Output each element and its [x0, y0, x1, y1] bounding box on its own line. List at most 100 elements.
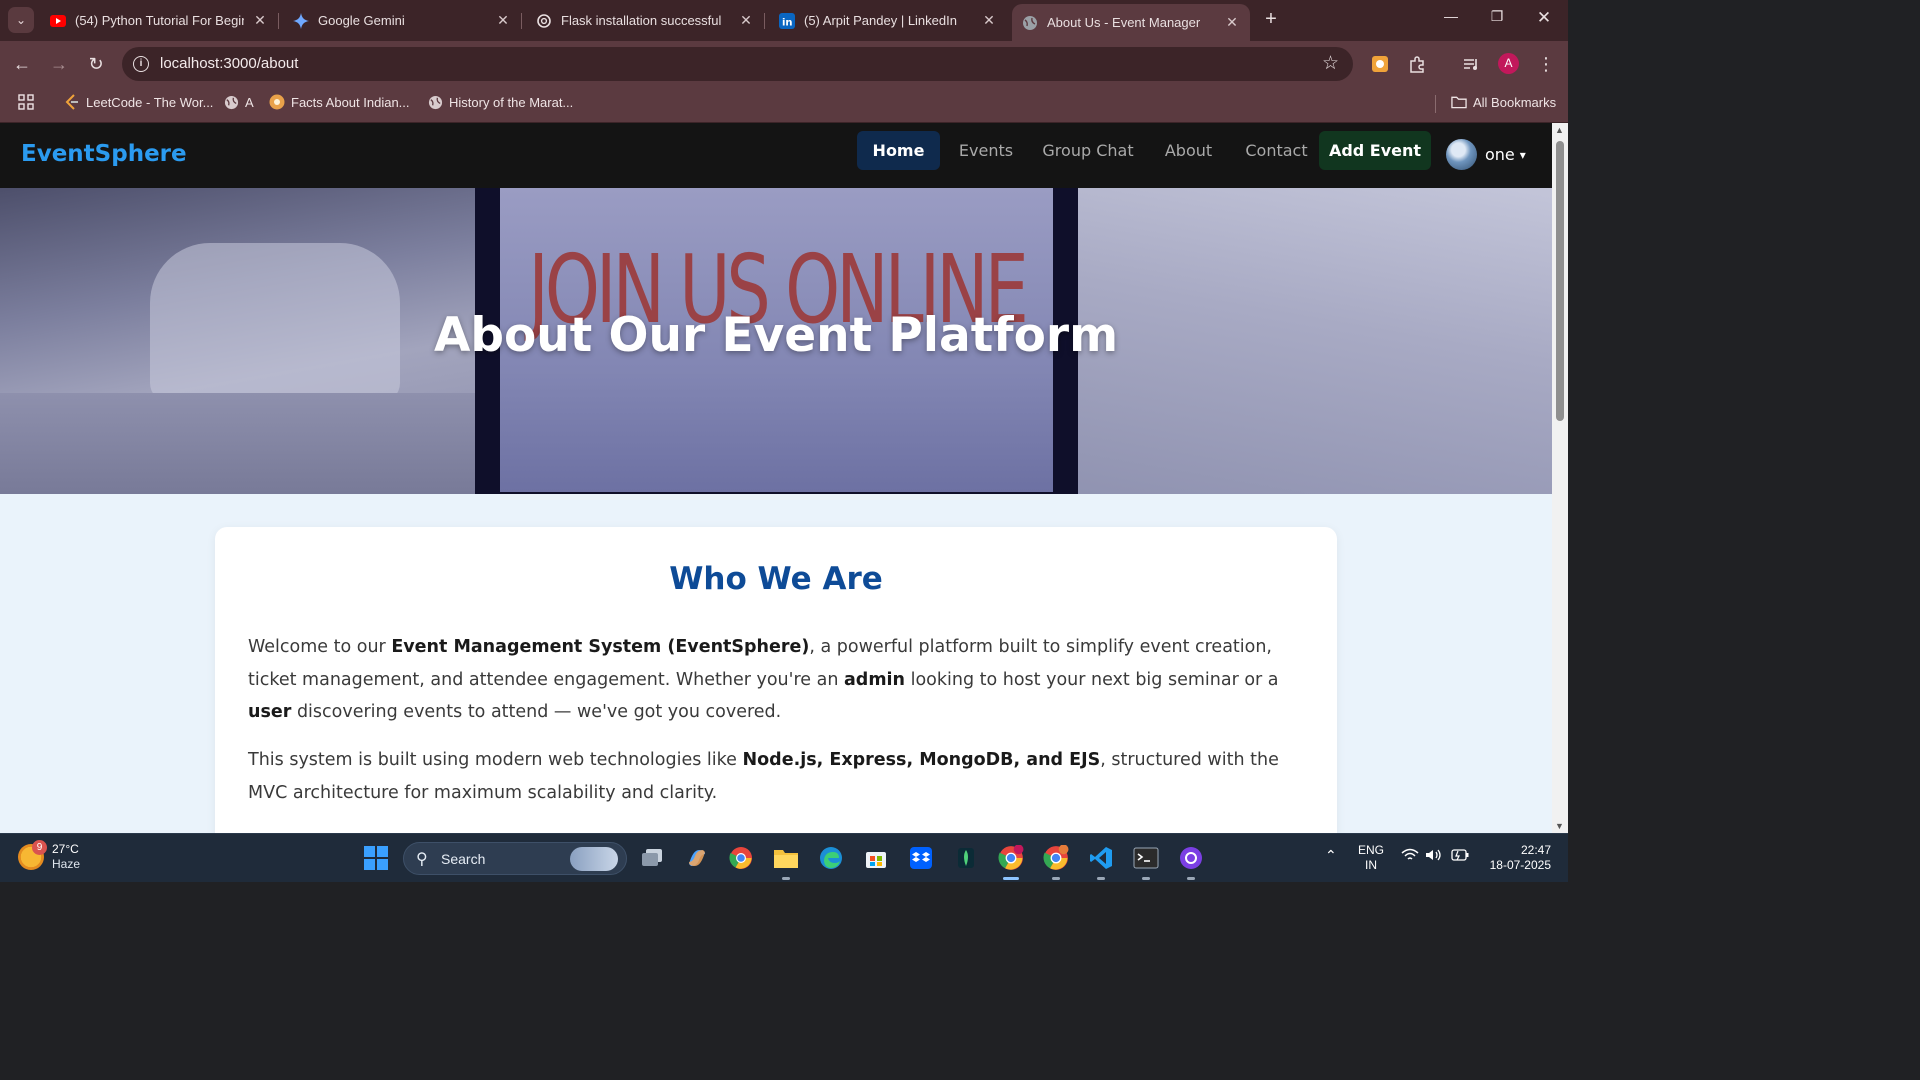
browser-toolbar: ← → ↻ i localhost:3000/about ☆ A ⋮: [0, 41, 1568, 86]
tab-title: (5) Arpit Pandey | LinkedIn: [804, 13, 957, 28]
browser-tab-strip: ⌄ (54) Python Tutorial For Beginne ✕ Goo…: [0, 0, 1568, 41]
tab-about-event-manager[interactable]: About Us - Event Manager ✕: [1012, 4, 1250, 41]
weather-widget[interactable]: 9 27°C Haze: [18, 840, 80, 872]
weather-temp: 27°C: [52, 842, 79, 856]
back-arrow-icon[interactable]: ←: [10, 52, 34, 76]
tech-paragraph: This system is built using modern web te…: [248, 750, 1279, 803]
bookmark-facts-indian[interactable]: Facts About Indian...: [269, 94, 410, 110]
tab-flask[interactable]: Flask installation successful ✕: [526, 4, 765, 37]
tab-close-icon[interactable]: ✕: [252, 12, 268, 29]
task-view-icon[interactable]: [638, 844, 666, 872]
tab-youtube[interactable]: (54) Python Tutorial For Beginne ✕: [40, 4, 279, 37]
dropbox-icon[interactable]: [907, 844, 935, 872]
window-close-icon[interactable]: ✕: [1529, 8, 1559, 28]
scrollbar-thumb[interactable]: [1556, 141, 1564, 421]
microsoft-store-icon[interactable]: [862, 844, 890, 872]
tab-close-icon[interactable]: ✕: [981, 12, 997, 29]
search-icon: ⚲: [416, 851, 428, 868]
volume-icon[interactable]: [1425, 848, 1443, 866]
who-we-are-card: Who We Are Welcome to our Event Manageme…: [215, 527, 1337, 833]
gemini-icon: [293, 12, 309, 29]
bookmarks-bar: LeetCode - The Wor... A Facts About Indi…: [0, 86, 1568, 123]
site-icon: [269, 94, 285, 110]
bookmark-label: History of the Marat...: [449, 94, 574, 110]
nav-home[interactable]: Home: [857, 131, 940, 170]
hero-title: About Our Event Platform: [433, 308, 1119, 363]
tab-close-icon[interactable]: ✕: [495, 12, 511, 29]
bookmark-leetcode[interactable]: LeetCode - The Wor...: [64, 94, 213, 110]
youtube-icon: [50, 13, 66, 29]
edge-icon[interactable]: [817, 844, 845, 872]
extension-orange-icon[interactable]: [1369, 53, 1391, 75]
search-highlight-image: [570, 847, 618, 871]
copilot-icon[interactable]: [683, 844, 711, 872]
language-indicator[interactable]: ENG IN: [1358, 843, 1384, 873]
wifi-icon[interactable]: [1401, 848, 1419, 866]
nav-about[interactable]: About: [1156, 131, 1221, 170]
add-event-button[interactable]: Add Event: [1319, 131, 1431, 170]
profile-avatar[interactable]: A: [1498, 53, 1519, 74]
globe-icon: [223, 94, 239, 110]
brand-logo[interactable]: EventSphere: [21, 141, 187, 167]
site-info-icon[interactable]: i: [133, 56, 149, 72]
kebab-menu-icon[interactable]: ⋮: [1535, 53, 1557, 75]
new-tab-plus-icon[interactable]: +: [1258, 8, 1284, 31]
forward-arrow-icon[interactable]: →: [47, 52, 71, 76]
chrome-profile-active-icon[interactable]: [989, 838, 1033, 880]
nav-events[interactable]: Events: [952, 131, 1020, 170]
tray-overflow-chevron-icon[interactable]: ⌃: [1325, 848, 1337, 863]
site-navbar: EventSphere Home Events Group Chat About…: [0, 123, 1552, 188]
hero-table-shape: [0, 393, 480, 494]
github-desktop-icon[interactable]: [1177, 844, 1205, 880]
tab-linkedin[interactable]: in (5) Arpit Pandey | LinkedIn ✕: [769, 4, 1007, 37]
start-windows-icon[interactable]: [364, 846, 388, 870]
chrome-alt-profile-icon[interactable]: [1042, 844, 1070, 880]
scroll-down-arrow-icon[interactable]: ▼: [1555, 821, 1564, 831]
restore-icon[interactable]: ❐: [1482, 8, 1512, 25]
nav-contact[interactable]: Contact: [1238, 131, 1315, 170]
taskbar-search-label: Search: [441, 851, 486, 867]
tab-search-chevron-icon[interactable]: ⌄: [8, 7, 34, 33]
clock[interactable]: 22:47 18-07-2025: [1483, 843, 1551, 873]
terminal-icon[interactable]: [1132, 844, 1160, 880]
clock-time: 22:47: [1520, 843, 1551, 857]
chatgpt-icon: [536, 13, 552, 29]
battery-icon[interactable]: [1450, 848, 1470, 866]
minimize-icon[interactable]: —: [1436, 8, 1466, 24]
address-bar-url[interactable]: localhost:3000/about: [160, 55, 298, 72]
tab-title: (54) Python Tutorial For Beginne: [75, 13, 244, 28]
bookmark-history-maratha[interactable]: History of the Marat...: [427, 94, 573, 110]
language-line-1: ENG: [1358, 843, 1385, 857]
intro-paragraph: Welcome to our Event Management System (…: [248, 637, 1279, 722]
reload-icon[interactable]: ↻: [84, 52, 108, 76]
section-heading: Who We Are: [669, 561, 883, 597]
taskbar-search[interactable]: ⚲ Search: [403, 842, 627, 875]
bookmark-label: LeetCode - The Wor...: [86, 94, 214, 110]
chrome-icon[interactable]: [727, 844, 755, 872]
address-bar[interactable]: i localhost:3000/about ☆: [122, 47, 1353, 81]
scroll-up-arrow-icon[interactable]: ▲: [1555, 125, 1564, 135]
page-viewport: EventSphere Home Events Group Chat About…: [0, 123, 1552, 833]
media-controls-icon[interactable]: [1460, 53, 1482, 75]
windows-taskbar: 9 27°C Haze ⚲ Search ⌃ ENG IN 22:47 18-0…: [0, 833, 1568, 882]
tab-gemini[interactable]: Google Gemini ✕: [283, 4, 522, 37]
user-avatar: [1446, 139, 1477, 170]
mongodb-compass-icon[interactable]: [952, 844, 980, 872]
tab-title: Flask installation successful: [561, 13, 722, 28]
hero-banner: JOIN US ONLINE About Our Event Platform: [0, 188, 1552, 494]
tab-close-icon[interactable]: ✕: [1224, 14, 1240, 31]
all-bookmarks[interactable]: All Bookmarks: [1451, 94, 1556, 110]
tab-close-icon[interactable]: ✕: [738, 12, 754, 29]
file-explorer-icon[interactable]: [772, 844, 800, 880]
user-menu[interactable]: one ▾: [1446, 139, 1526, 170]
apps-grid-icon[interactable]: [18, 94, 34, 110]
weather-badge: 9: [32, 840, 47, 855]
nav-group-chat[interactable]: Group Chat: [1036, 131, 1140, 170]
extensions-puzzle-icon[interactable]: [1406, 53, 1428, 75]
svg-text:in: in: [782, 17, 793, 28]
page-scrollbar[interactable]: ▲ ▼: [1552, 123, 1568, 833]
vscode-icon[interactable]: [1087, 844, 1115, 880]
bookmark-label: A: [245, 94, 254, 110]
bookmark-star-icon[interactable]: ☆: [1322, 52, 1339, 75]
bookmark-a[interactable]: A: [223, 94, 254, 110]
